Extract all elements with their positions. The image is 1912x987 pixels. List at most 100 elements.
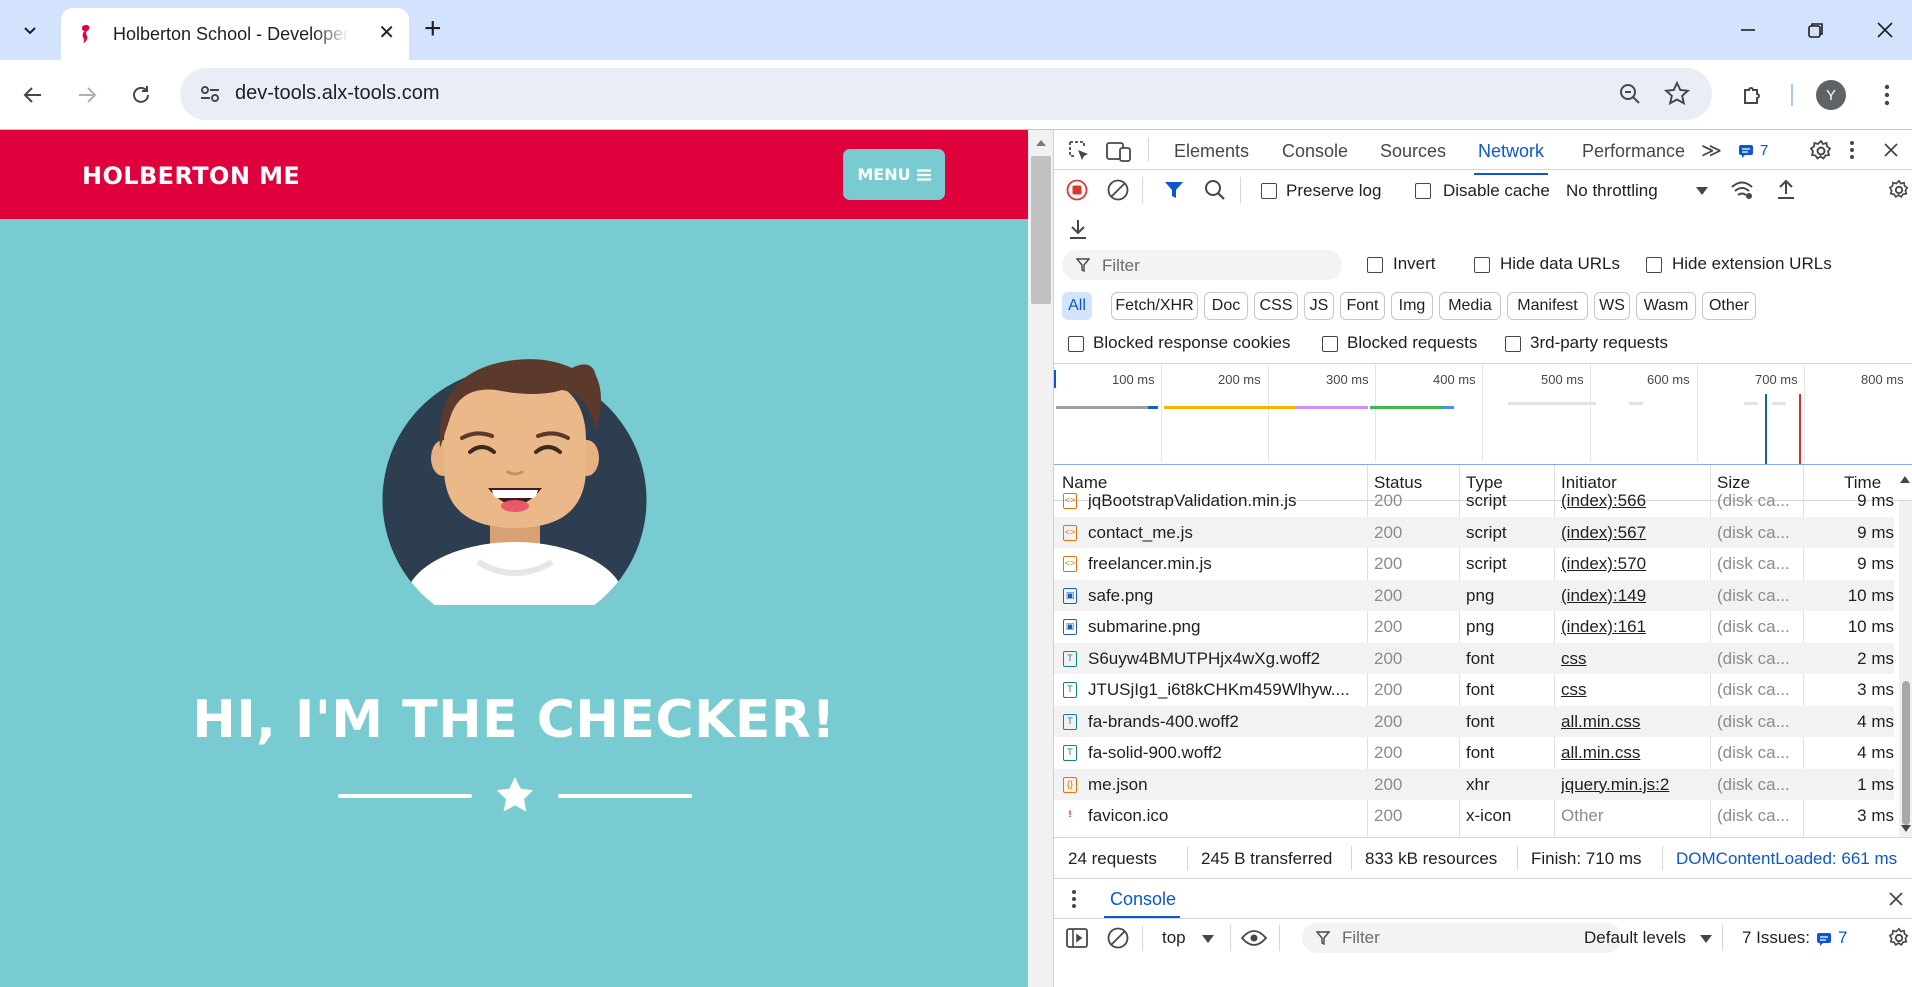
disable-cache-checkbox[interactable] [1415,183,1431,199]
network-overview-timeline[interactable]: 100 ms 200 ms 300 ms 400 ms 500 ms 600 m… [1054,363,1912,465]
cell-initiator[interactable]: (index):570 [1561,554,1706,574]
context-select[interactable]: top [1162,928,1186,948]
table-row[interactable]: Tfa-brands-400.woff2 200 font all.min.css (d… [1054,705,1894,737]
caret-down-icon[interactable] [1696,187,1708,195]
invert-checkbox[interactable] [1367,257,1383,273]
caret-down-icon[interactable] [1202,935,1214,943]
restore-button[interactable] [1796,10,1836,50]
type-filter-js[interactable]: JS [1304,292,1334,320]
tab-performance[interactable]: Performance [1582,141,1685,162]
scroll-down-icon[interactable] [1901,825,1911,833]
cell-initiator[interactable]: css [1561,649,1706,669]
cell-initiator[interactable]: (index):567 [1561,523,1706,543]
issues-count-label[interactable]: 7 Issues: [1742,928,1810,948]
address-bar[interactable]: dev-tools.alx-tools.com [180,68,1712,120]
page-scrollbar[interactable] [1028,130,1054,987]
cell-initiator[interactable]: css [1561,680,1706,700]
tab-elements[interactable]: Elements [1174,141,1249,162]
site-brand[interactable]: HOLBERTON ME [82,162,300,190]
clear-console-icon[interactable] [1107,927,1129,949]
profile-button[interactable]: Y [1814,78,1848,112]
scroll-up-icon[interactable] [1036,138,1046,146]
type-filter-doc[interactable]: Doc [1204,292,1248,320]
blocked-requests-checkbox[interactable] [1322,336,1338,352]
upload-icon[interactable] [1776,178,1796,200]
hide-data-urls-checkbox[interactable] [1474,257,1490,273]
forward-button[interactable] [70,78,104,112]
table-row[interactable]: ▣ submarine.png 200 png (index):161 (disk ca.… [1054,611,1894,643]
console-settings-gear-icon[interactable] [1888,927,1910,949]
clear-icon[interactable] [1107,179,1129,201]
cell-initiator[interactable]: (index):161 [1561,617,1706,637]
hide-extension-urls-checkbox[interactable] [1646,257,1662,273]
cell-initiator[interactable]: all.min.css [1561,743,1706,763]
filter-input[interactable]: Filter [1062,250,1342,280]
issues-count-badge[interactable]: 7 [1838,928,1847,948]
table-row[interactable]: T JTUSjIg1_i6t8kCHKm459Wlhyw.... 200 font cs… [1054,674,1894,706]
issues-badge[interactable]: 7 [1738,142,1768,159]
log-levels-select[interactable]: Default levels [1584,928,1686,948]
table-row[interactable]: ▣ safe.png 200 png (index):149 (disk ca... 10 … [1054,579,1894,611]
page-scroll-thumb[interactable] [1031,156,1051,304]
network-conditions-icon[interactable] [1730,179,1754,201]
throttling-select[interactable]: No throttling [1566,181,1658,201]
cell-initiator[interactable]: jquery.min.js:2 [1561,775,1706,795]
drawer-tab-console[interactable]: Console [1110,889,1176,910]
type-filter-fetch-xhr[interactable]: Fetch/XHR [1111,292,1198,320]
table-row[interactable]: {} me.json 200 xhr jquery.min.js:2 (disk ca..… [1054,768,1894,800]
table-row[interactable]: <> freelancer.min.js 200 script (index):570 (… [1054,548,1894,580]
type-filter-media[interactable]: Media [1439,292,1501,320]
settings-gear-icon[interactable] [1809,139,1833,163]
search-icon[interactable] [1204,179,1226,201]
devtools-menu-icon[interactable] [1849,140,1855,160]
device-toolbar-icon[interactable] [1106,140,1132,162]
browser-menu-button[interactable] [1870,78,1904,112]
type-filter-other[interactable]: Other [1702,292,1756,320]
zoom-icon[interactable] [1618,82,1642,106]
extensions-button[interactable] [1736,78,1770,112]
filter-funnel-icon[interactable] [1164,180,1184,200]
new-tab-button[interactable]: + [424,12,442,46]
minimize-button[interactable] [1728,10,1768,50]
tab-search-button[interactable] [10,12,50,48]
bookmark-star-icon[interactable] [1664,81,1690,107]
caret-down-icon[interactable] [1700,935,1712,943]
cell-initiator[interactable]: all.min.css [1561,712,1706,732]
type-filter-ws[interactable]: WS [1594,292,1630,320]
tab-console[interactable]: Console [1282,141,1348,162]
blocked-response-cookies-checkbox[interactable] [1068,336,1084,352]
reload-button[interactable] [124,78,158,112]
close-devtools-icon[interactable] [1883,142,1899,158]
cell-initiator[interactable]: (index):149 [1561,586,1706,606]
menu-button[interactable]: MENU [843,149,945,200]
type-filter-font[interactable]: Font [1340,292,1385,320]
tab-close-icon[interactable]: ✕ [378,22,395,44]
console-filter-input[interactable]: Filter [1302,923,1622,953]
table-row[interactable]: ! favicon.ico 200 x-icon Other (disk ca... 3 m… [1054,800,1895,832]
table-row[interactable]: <> contact_me.js 200 script (index):567 (disk… [1054,516,1894,548]
record-stop-icon[interactable] [1066,179,1088,201]
type-filter-manifest[interactable]: Manifest [1507,292,1588,320]
close-window-button[interactable] [1865,10,1905,50]
tab-network[interactable]: Network [1473,141,1549,175]
live-expression-eye-icon[interactable] [1240,929,1268,947]
network-settings-gear-icon[interactable] [1888,179,1910,201]
table-row[interactable]: Tfa-solid-900.woff2 200 font all.min.css (di… [1054,737,1894,769]
table-row[interactable]: T S6uyw4BMUTPHjx4wXg.woff2 200 font css (disk… [1054,642,1894,674]
type-filter-img[interactable]: Img [1391,292,1433,320]
cell-initiator[interactable]: (index):566 [1561,491,1706,511]
table-row[interactable]: <> jqBootstrapValidation.min.js 200 script (… [1054,485,1894,517]
type-filter-wasm[interactable]: Wasm [1636,292,1696,320]
inspect-element-icon[interactable] [1068,140,1090,162]
third-party-requests-checkbox[interactable] [1505,336,1521,352]
type-filter-css[interactable]: CSS [1254,292,1298,320]
back-button[interactable] [16,78,50,112]
table-scrollbar[interactable] [1899,501,1912,837]
table-scroll-thumb[interactable] [1902,681,1910,825]
more-tabs-icon[interactable]: ≫ [1701,138,1722,163]
download-icon[interactable] [1068,218,1088,240]
sidebar-toggle-icon[interactable] [1066,927,1088,949]
browser-tab-active[interactable]: Holberton School - Developer tools ✕ [61,8,409,60]
type-filter-all[interactable]: All [1062,292,1092,320]
preserve-log-checkbox[interactable] [1261,183,1277,199]
